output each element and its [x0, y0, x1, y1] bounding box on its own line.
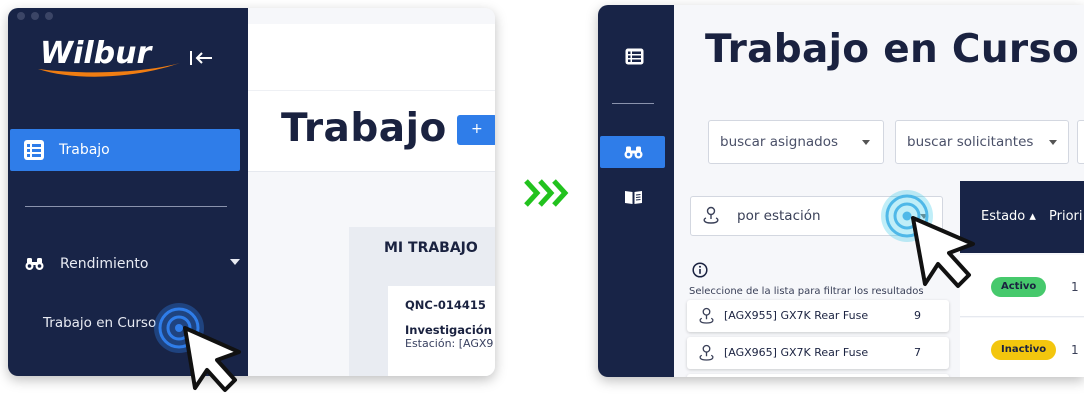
window-dot[interactable] [45, 12, 53, 20]
window-dot[interactable] [31, 12, 39, 20]
add-button[interactable]: + [457, 115, 495, 145]
mouse-pointer-icon [183, 326, 241, 392]
list-icon [24, 140, 44, 160]
sidebar-item-label: Rendimiento [60, 256, 149, 272]
mouse-pointer-icon [911, 216, 975, 288]
chevrons-right-icon [524, 179, 569, 207]
sidebar-item-rendimiento[interactable]: Rendimiento [25, 252, 240, 276]
after-window [598, 5, 1084, 377]
sidebar-subitem-trabajo-en-curso[interactable]: Trabajo en Curso [43, 315, 156, 331]
sidebar-item-trabajo[interactable]: Trabajo [10, 129, 240, 171]
binoculars-icon [25, 258, 44, 270]
page-title: Trabajo [281, 106, 447, 151]
window-dot[interactable] [17, 12, 25, 20]
card-station: Estación: [AGX9 [405, 337, 494, 350]
top-bar [248, 24, 495, 90]
card-code: QNC-014415 [405, 298, 486, 312]
sidebar-item-label: Trabajo [59, 142, 110, 158]
window-controls [17, 12, 53, 20]
binoculars-icon [624, 146, 643, 159]
collapse-sidebar-icon[interactable] [188, 48, 214, 68]
main-content: Trabajo + MI TRABAJO QNC-014415 Investig… [248, 8, 495, 376]
wilbur-logo: Wilbur [38, 36, 180, 77]
svg-text:Wilbur: Wilbur [40, 36, 153, 71]
collapsed-sidebar [598, 5, 674, 377]
book-icon[interactable] [624, 190, 643, 205]
sidebar-divider [612, 103, 654, 104]
before-window: Wilbur Trabajo Rendimiento Trabajo en Cu… [8, 8, 495, 376]
sidebar: Wilbur Trabajo Rendimiento Trabajo en Cu… [8, 8, 248, 376]
chevron-down-icon[interactable] [230, 259, 240, 265]
card-name: Investigación I [405, 323, 495, 337]
sidebar-divider [25, 206, 227, 207]
section-title: MI TRABAJO [384, 240, 478, 256]
list-icon[interactable] [625, 48, 644, 65]
